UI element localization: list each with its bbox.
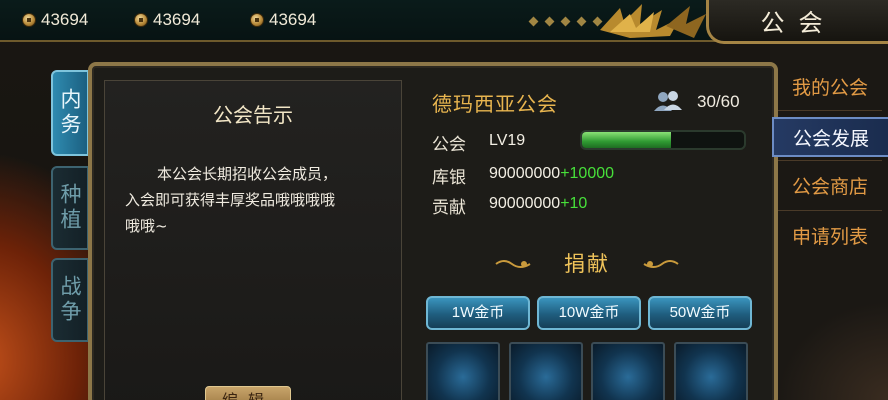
menu-application-list[interactable]: 申请列表 <box>772 217 888 257</box>
tab-planting-label: 种植 <box>58 183 82 233</box>
treasury-label: 库银 <box>432 168 466 188</box>
currency-1: 43694 <box>22 10 88 30</box>
treasury-row: 90000000+10000 <box>489 165 614 183</box>
coin-icon <box>134 13 148 27</box>
contribution-value: 90000000 <box>489 195 561 212</box>
donate-50w-button[interactable]: 50W金币 <box>648 296 752 330</box>
currency-3-value: 43694 <box>269 10 317 29</box>
currency-1-value: 43694 <box>41 10 89 29</box>
tab-planting[interactable]: 种植 <box>51 166 89 250</box>
tab-war-label: 战争 <box>58 275 82 325</box>
guild-level-value: LV19 <box>489 132 526 149</box>
menu-divider <box>778 160 882 161</box>
contribution-label: 贡献 <box>432 198 466 218</box>
donate-slot-1[interactable] <box>426 342 500 400</box>
members-icon <box>654 91 682 111</box>
tab-internal-label: 内务 <box>58 88 82 138</box>
edit-button[interactable]: 编辑 <box>205 386 291 400</box>
contribution-row: 90000000+10 <box>489 195 587 213</box>
guild-level-progress <box>580 130 746 150</box>
treasury-plus: +10000 <box>560 165 615 182</box>
tab-war[interactable]: 战争 <box>51 258 89 342</box>
guild-level-label: 公会 <box>432 135 466 155</box>
notice-line-1: 本公会长期招收公会成员， <box>157 165 338 183</box>
menu-divider <box>778 210 882 211</box>
donate-slot-3[interactable] <box>591 342 665 400</box>
coin-icon <box>250 13 264 27</box>
leaf-ornament-icon <box>600 4 706 38</box>
ornament-right-icon <box>643 260 679 268</box>
donate-slot-2[interactable] <box>509 342 583 400</box>
notice-line-2: 入会即可获得丰厚奖品哦哦哦哦 <box>125 191 336 209</box>
menu-guild-development[interactable]: 公会发展 <box>772 117 888 157</box>
currency-2: 43694 <box>134 10 200 30</box>
menu-my-guild[interactable]: 我的公会 <box>772 68 888 108</box>
tab-internal[interactable]: 内务 <box>51 70 89 156</box>
notice-title: 公会告示 <box>213 103 293 127</box>
menu-guild-shop[interactable]: 公会商店 <box>772 167 888 207</box>
member-count: 30/60 <box>697 92 740 111</box>
notice-board: 公会告示 本公会长期招收公会成员， 入会即可获得丰厚奖品哦哦哦哦 哦哦~ <box>104 80 402 400</box>
coin-icon <box>22 13 36 27</box>
donate-slot-4[interactable] <box>674 342 748 400</box>
contribution-plus: +10 <box>560 195 588 212</box>
currency-2-value: 43694 <box>153 10 201 29</box>
currency-3: 43694 <box>250 10 316 30</box>
menu-divider <box>778 110 882 111</box>
guild-level-progress-fill <box>582 132 672 148</box>
treasury-value: 90000000 <box>489 165 561 182</box>
donate-1w-button[interactable]: 1W金币 <box>426 296 530 330</box>
donate-10w-button[interactable]: 10W金币 <box>537 296 641 330</box>
notice-text: 本公会长期招收公会成员， 入会即可获得丰厚奖品哦哦哦哦 哦哦~ <box>125 161 387 239</box>
page-title: 公会 <box>706 0 888 44</box>
notice-line-3: 哦哦~ <box>125 217 168 235</box>
guild-name: 德玛西亚公会 <box>432 92 558 116</box>
